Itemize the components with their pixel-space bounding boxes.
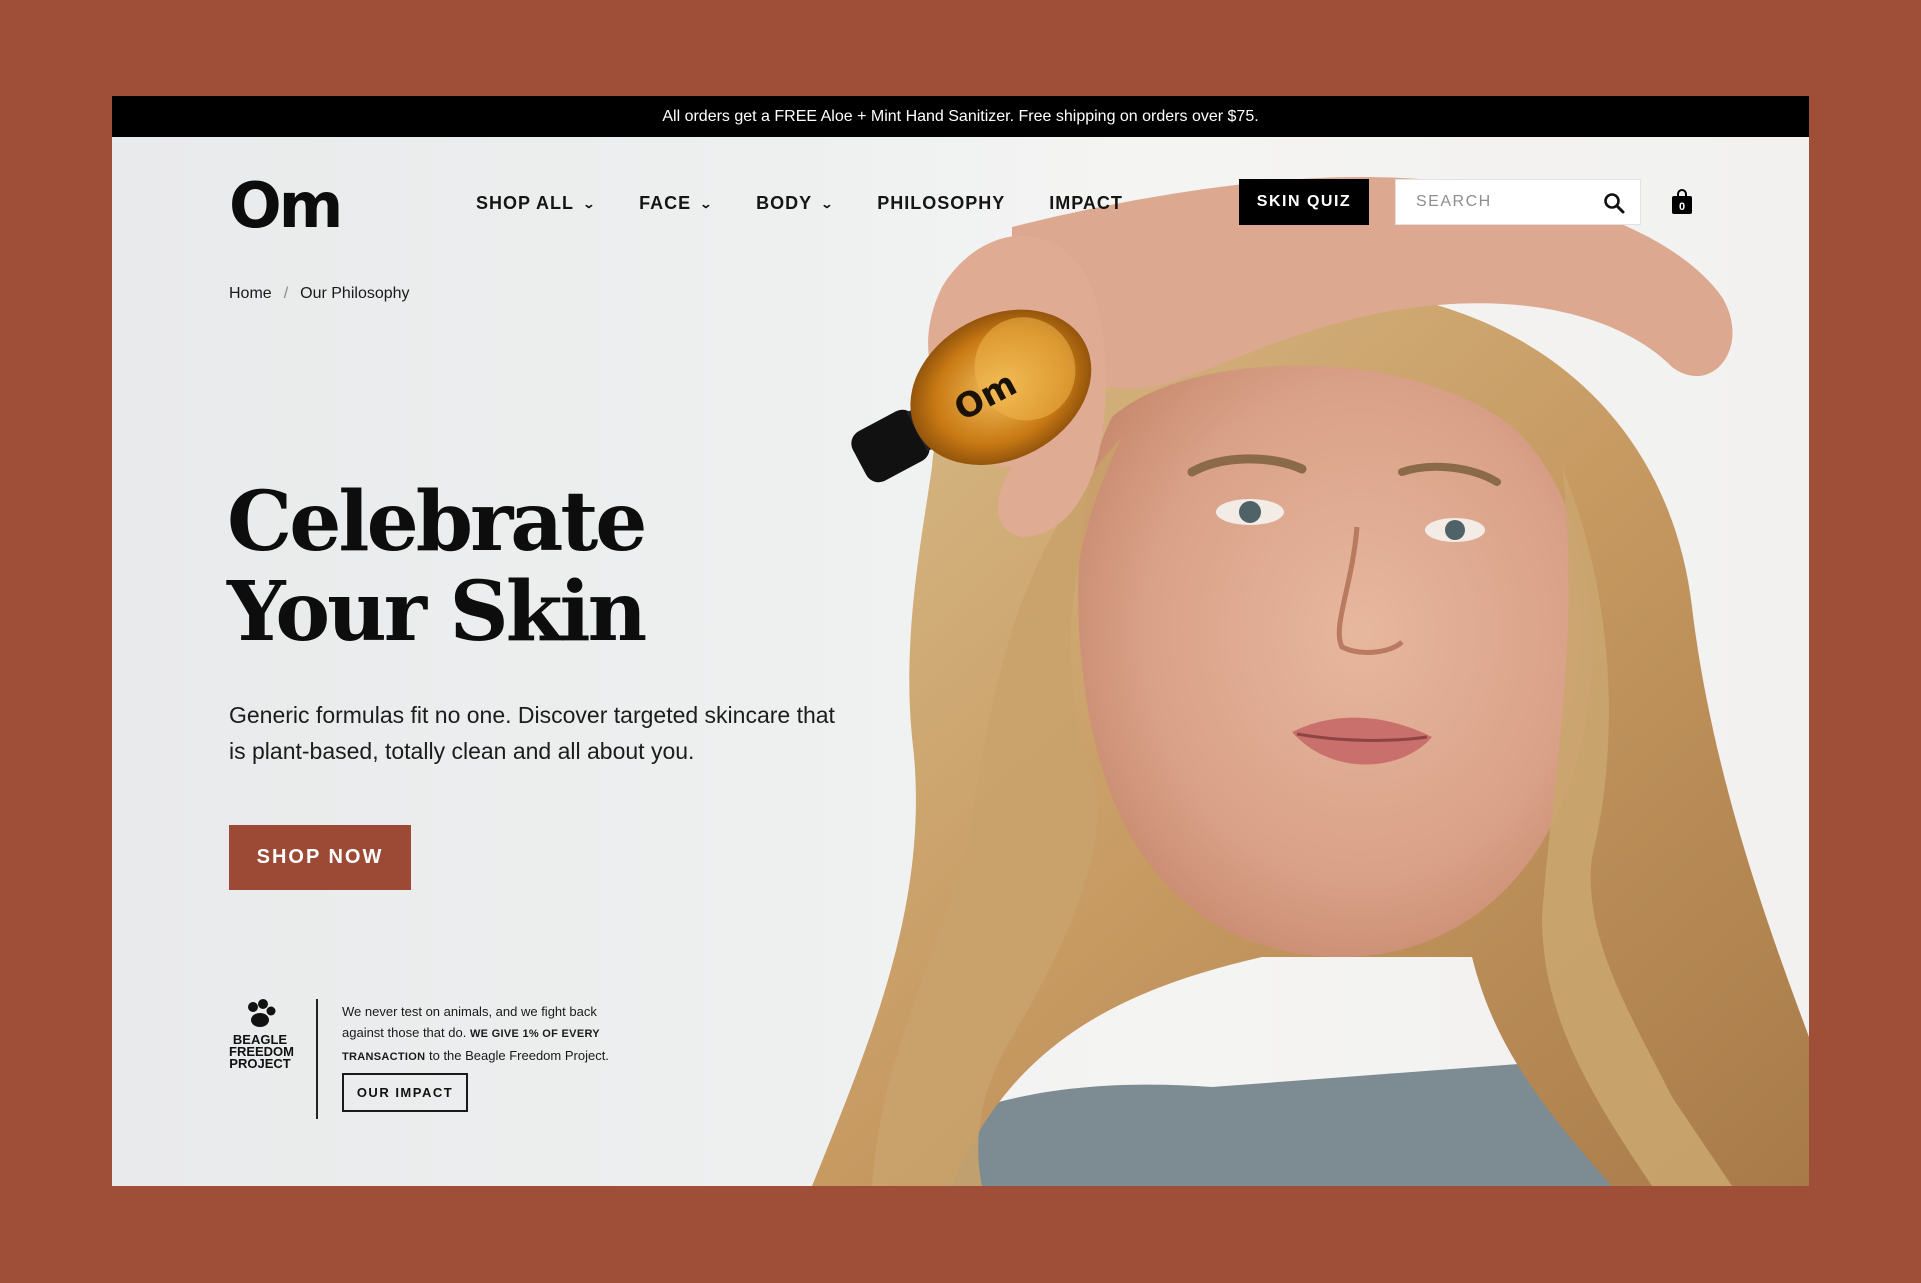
hero-headline: Celebrate Your Skin <box>227 474 647 660</box>
nav-impact[interactable]: IMPACT <box>1049 193 1123 214</box>
search-box <box>1395 179 1641 225</box>
headline-line: Celebrate <box>227 474 647 570</box>
chevron-down-icon: ⌄ <box>699 196 714 211</box>
nav-philosophy[interactable]: PHILOSOPHY <box>877 193 1005 214</box>
shop-now-button[interactable]: SHOP NOW <box>229 825 411 890</box>
beagle-freedom-logo: BEAGLE FREEDOM PROJECT <box>229 999 294 1071</box>
site-frame: All orders get a FREE Aloe + Mint Hand S… <box>112 96 1809 1186</box>
headline-line: Your Skin <box>227 564 647 660</box>
breadcrumb: Home / Our Philosophy <box>229 285 410 303</box>
cart-count: 0 <box>1679 201 1685 213</box>
paw-icon <box>248 999 276 1027</box>
search-icon[interactable] <box>1602 191 1626 215</box>
main-nav: SHOP ALL ⌄ FACE ⌄ BODY ⌄ PHILOSOPHY IMPA… <box>476 193 1167 214</box>
announcement-bar: All orders get a FREE Aloe + Mint Hand S… <box>112 96 1809 137</box>
nav-body[interactable]: BODY ⌄ <box>756 193 833 214</box>
nav-shop-all[interactable]: SHOP ALL ⌄ <box>476 193 595 214</box>
hero-section: Om Om SHOP ALL ⌄ FACE ⌄ BODY ⌄ PHILOSOPH… <box>112 137 1809 1186</box>
chevron-down-icon: ⌄ <box>582 196 597 211</box>
breadcrumb-separator: / <box>283 285 289 302</box>
cart-bag-icon[interactable]: 0 <box>1671 189 1693 215</box>
hero-subtext: Generic formulas fit no one. Discover ta… <box>229 702 835 764</box>
nav-label: BODY <box>756 193 813 213</box>
chevron-down-icon: ⌄ <box>820 196 835 211</box>
logo-line: PROJECT <box>229 1056 291 1071</box>
brand-logo[interactable]: Om <box>229 175 343 237</box>
beagle-copy-tail: to the Beagle Freedom Project. <box>428 1048 609 1063</box>
skin-quiz-button[interactable]: SKIN QUIZ <box>1239 179 1369 225</box>
nav-face[interactable]: FACE ⌄ <box>639 193 712 214</box>
nav-label: IMPACT <box>1049 193 1123 213</box>
beagle-copy: We never test on animals, and we fight b… <box>342 1001 632 1068</box>
nav-label: PHILOSOPHY <box>877 193 1006 213</box>
divider <box>316 999 318 1119</box>
nav-label: FACE <box>639 193 692 213</box>
search-input[interactable] <box>1414 192 1598 212</box>
nav-label: SHOP ALL <box>476 193 575 213</box>
breadcrumb-current: Our Philosophy <box>300 285 410 302</box>
our-impact-button[interactable]: OUR IMPACT <box>342 1073 468 1112</box>
breadcrumb-home[interactable]: Home <box>229 285 272 303</box>
